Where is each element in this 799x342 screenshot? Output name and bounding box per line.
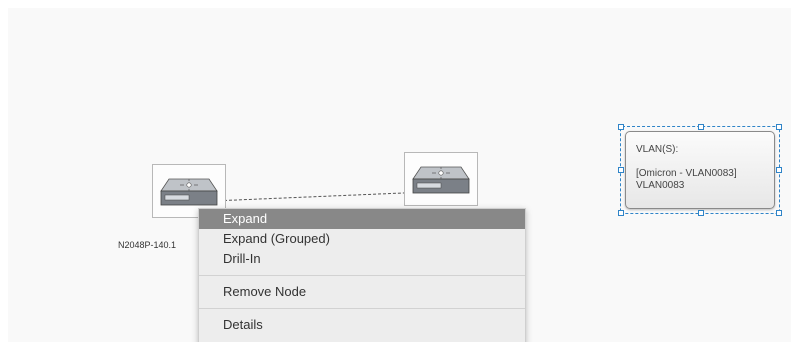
menu-separator (199, 308, 525, 309)
vlan-text: VLAN(S): [Omicron - VLAN0083] VLAN0083 (636, 144, 737, 192)
switch-node-2[interactable] (404, 152, 478, 206)
menu-separator (199, 275, 525, 276)
node-context-menu[interactable]: Expand Expand (Grouped) Drill-In Remove … (198, 208, 526, 342)
menu-item-expand-grouped[interactable]: Expand (Grouped) (199, 229, 525, 249)
menu-item-remove-node[interactable]: Remove Node (199, 282, 525, 302)
vlan-line2: VLAN0083 (636, 180, 685, 191)
resize-handle[interactable] (776, 167, 782, 173)
vlan-title: VLAN(S): (636, 144, 679, 155)
vlan-line1: [Omicron - VLAN0083] (636, 168, 737, 179)
menu-item-drill-in[interactable]: Drill-In (199, 249, 525, 269)
resize-handle[interactable] (776, 124, 782, 130)
resize-handle[interactable] (618, 124, 624, 130)
topology-canvas[interactable]: N2048P-140.1 VLAN(S): [Omicron - VLAN008… (8, 8, 791, 342)
resize-handle[interactable] (618, 167, 624, 173)
switch-icon (160, 178, 218, 206)
node-link-line[interactable] (224, 192, 406, 201)
menu-item-details[interactable]: Details (199, 315, 525, 335)
switch-icon (412, 166, 470, 194)
resize-handle[interactable] (698, 210, 704, 216)
resize-handle[interactable] (618, 210, 624, 216)
node-label: N2048P-140.1 (118, 240, 177, 250)
menu-item-expand[interactable]: Expand (199, 209, 525, 229)
vlan-annotation-card[interactable]: VLAN(S): [Omicron - VLAN0083] VLAN0083 (625, 131, 775, 209)
resize-handle[interactable] (698, 124, 704, 130)
resize-handle[interactable] (776, 210, 782, 216)
vlan-annotation[interactable]: VLAN(S): [Omicron - VLAN0083] VLAN0083 (618, 124, 782, 216)
